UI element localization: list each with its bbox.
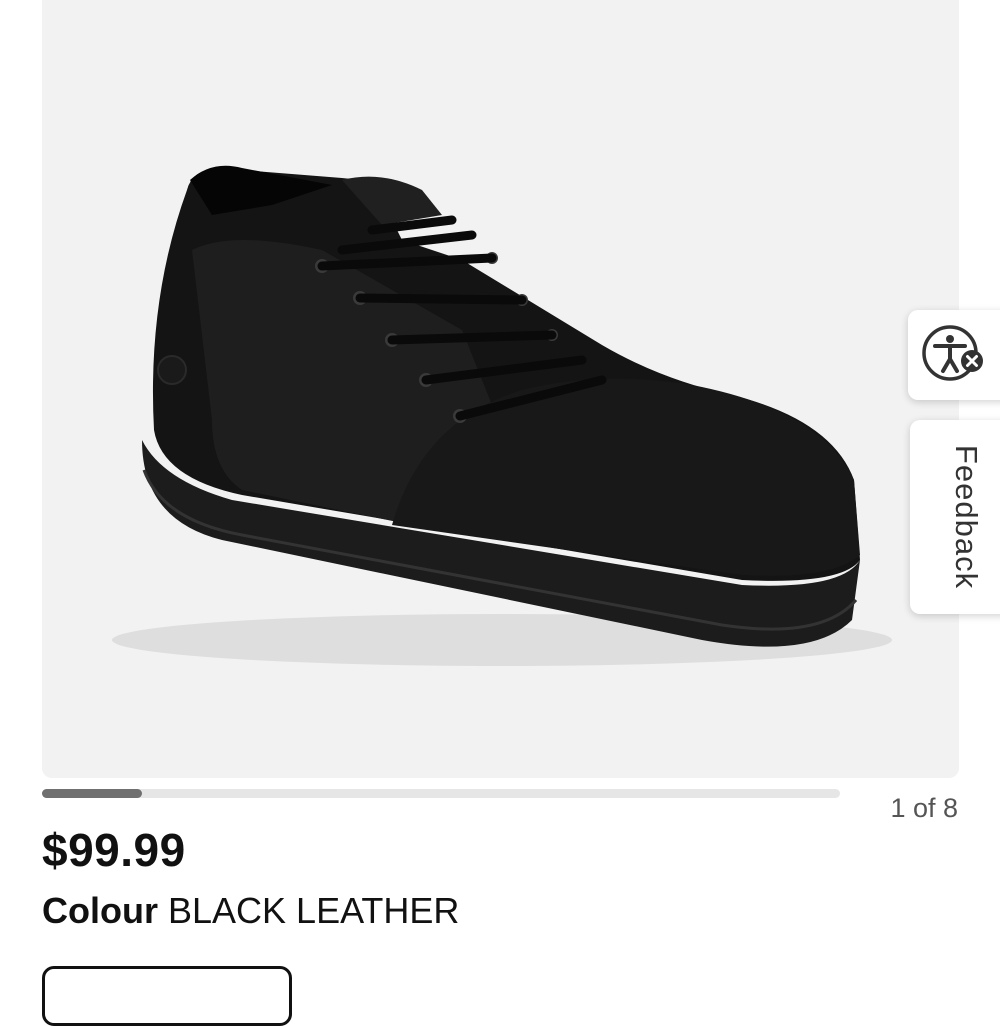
size-selector-button[interactable] xyxy=(42,966,292,1026)
product-image-black-chukka-shoe xyxy=(112,165,892,666)
accessibility-button[interactable] xyxy=(908,310,1000,400)
accessibility-person-icon xyxy=(922,325,983,381)
gallery-progress-fill xyxy=(42,789,142,798)
colour-value: BLACK LEATHER xyxy=(167,890,460,931)
colour-label: Colour xyxy=(42,890,158,931)
gallery-progress-bar xyxy=(42,789,840,798)
gallery-counter: 1 of 8 xyxy=(890,793,958,823)
colour-row: Colour BLACK LEATHER xyxy=(42,890,459,932)
feedback-label: Feedback xyxy=(949,444,984,590)
product-price: $99.99 xyxy=(42,824,186,876)
feedback-tab[interactable]: Feedback xyxy=(910,420,1000,614)
product-image-gallery[interactable] xyxy=(42,0,959,778)
